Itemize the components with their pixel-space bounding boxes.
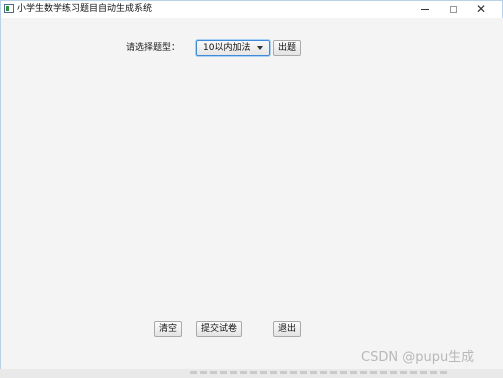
question-type-value: 10以内加法 bbox=[203, 43, 251, 53]
main-content: 请选择题型： 10以内加法 出题 清空 提交试卷 退出 bbox=[2, 18, 503, 378]
title-bar: 小学生数学练习题目自动生成系统 ✕ bbox=[1, 1, 502, 18]
close-icon: ✕ bbox=[475, 2, 487, 16]
question-type-select[interactable]: 10以内加法 bbox=[196, 40, 270, 56]
maximize-icon bbox=[449, 5, 457, 13]
question-type-label: 请选择题型： bbox=[126, 43, 181, 53]
app-window: 小学生数学练习题目自动生成系统 ✕ 请选择题型： 10以内加法 出题 清空 提交… bbox=[0, 0, 503, 378]
clear-button[interactable]: 清空 bbox=[154, 321, 182, 337]
minimize-icon bbox=[421, 8, 429, 10]
background-page-strip bbox=[0, 369, 503, 378]
app-icon bbox=[4, 4, 14, 13]
watermark-text: CSDN @pupu生成 bbox=[361, 350, 475, 365]
window-title: 小学生数学练习题目自动生成系统 bbox=[17, 4, 153, 14]
chevron-down-icon bbox=[257, 46, 263, 50]
minimize-button[interactable] bbox=[411, 1, 439, 18]
generate-questions-button[interactable]: 出题 bbox=[273, 40, 301, 56]
maximize-button[interactable] bbox=[439, 1, 467, 18]
submit-test-button[interactable]: 提交试卷 bbox=[196, 321, 242, 337]
close-button[interactable]: ✕ bbox=[467, 1, 495, 18]
exit-button[interactable]: 退出 bbox=[273, 321, 301, 337]
